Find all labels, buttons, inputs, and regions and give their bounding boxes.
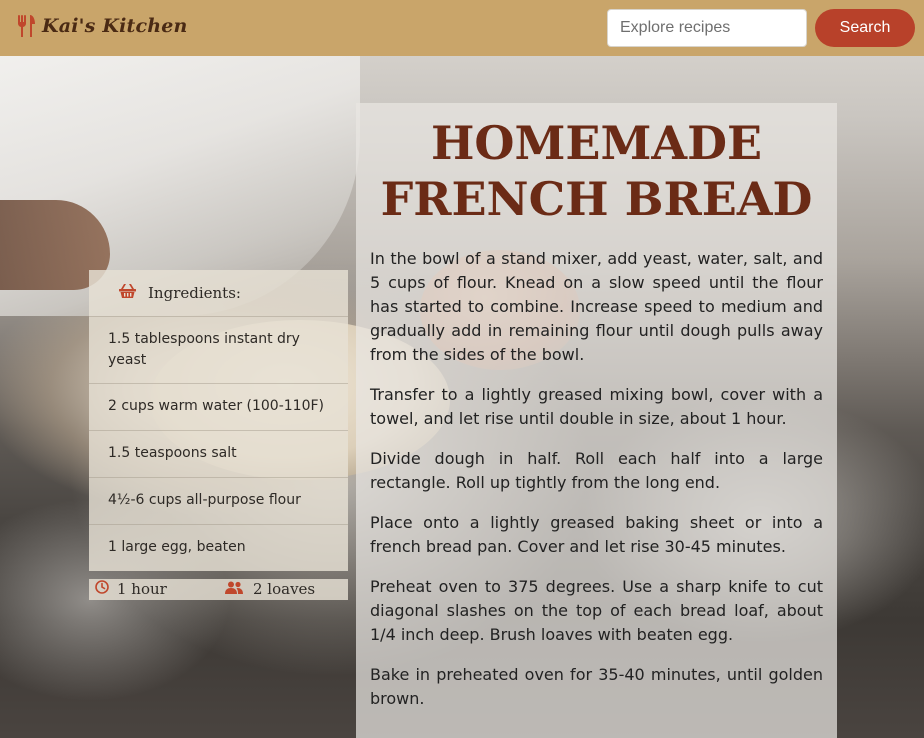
recipe-yield: 2 loaves xyxy=(225,580,315,598)
basket-icon xyxy=(119,283,136,303)
ingredients-header: Ingredients: xyxy=(89,270,348,317)
ingredient-item: 1.5 teaspoons salt xyxy=(89,431,348,478)
recipe-step: Divide dough in half. Roll each half int… xyxy=(370,449,823,492)
recipe-step: Bake in preheated oven for 35-40 minutes… xyxy=(370,665,823,708)
site-logo[interactable]: Kai's Kitchen xyxy=(16,14,188,38)
recipe-yield-value: 2 loaves xyxy=(253,580,316,598)
ingredients-title: Ingredients: xyxy=(148,284,241,302)
search-button[interactable]: Search xyxy=(815,9,915,47)
ingredient-item: 4½-6 cups all-purpose flour xyxy=(89,478,348,525)
users-icon xyxy=(225,580,243,598)
ingredient-item: 1.5 tablespoons instant dry yeast xyxy=(89,317,348,384)
ingredient-item: 1 large egg, beaten xyxy=(108,539,246,555)
ingredient-item: 2 cups warm water (100-110F) xyxy=(89,384,348,431)
ingredients-card: Ingredients: 1.5 tablespoons instant dry… xyxy=(89,270,348,571)
clock-icon xyxy=(95,580,109,598)
recipe-step: Preheat oven to 375 degrees. Use a sharp… xyxy=(370,577,823,644)
recipe-panel: Homemade French Bread In the bowl of a s… xyxy=(356,103,837,738)
site-header: Kai's Kitchen Search xyxy=(0,0,924,56)
site-name: Kai's Kitchen xyxy=(42,15,188,37)
utensils-icon xyxy=(16,14,36,38)
recipe-meta: 1 hour 2 loaves xyxy=(89,579,348,600)
page: Kai's Kitchen Search xyxy=(0,0,924,738)
recipe-step: In the bowl of a stand mixer, add yeast,… xyxy=(370,249,823,364)
cook-time: 1 hour xyxy=(95,580,167,598)
recipe-step: Place onto a lightly greased baking shee… xyxy=(370,513,823,556)
recipe-step: Transfer to a lightly greased mixing bow… xyxy=(370,385,823,428)
cook-time-value: 1 hour xyxy=(117,580,167,598)
recipe-title: Homemade French Bread xyxy=(380,116,813,226)
search-input[interactable] xyxy=(607,9,807,47)
